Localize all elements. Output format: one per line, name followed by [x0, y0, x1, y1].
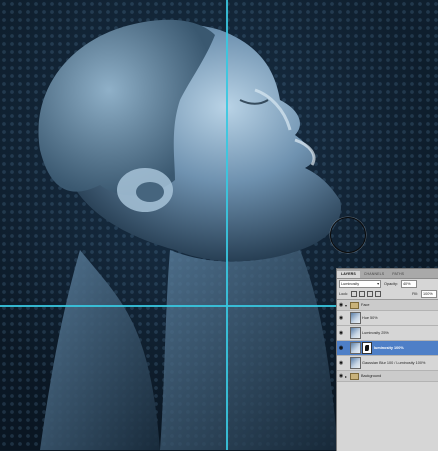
- eye-icon[interactable]: ◉: [337, 360, 345, 366]
- folder-icon: [350, 301, 359, 309]
- lock-label: Lock:: [339, 292, 349, 296]
- eye-icon[interactable]: ◉: [337, 330, 345, 336]
- layer-group-background[interactable]: ◉ ▸ Background: [337, 371, 438, 382]
- layer-row-selected[interactable]: ◉ luminosity 100%: [337, 341, 438, 356]
- layer-name: Background: [361, 374, 382, 378]
- lock-transparency-icon[interactable]: [351, 291, 358, 297]
- layer-thumbnail: [350, 342, 361, 354]
- vertical-guide[interactable]: [226, 0, 228, 450]
- layer-name: luminosity 100%: [374, 346, 404, 350]
- fill-field[interactable]: 100%: [421, 290, 437, 298]
- blend-mode-value: Luminosity: [341, 282, 360, 286]
- chevron-down-icon: ▾: [377, 282, 379, 286]
- lock-pixels-icon[interactable]: [359, 291, 366, 297]
- opacity-label: Opacity:: [384, 282, 398, 286]
- brush-cursor-icon: [330, 217, 366, 253]
- eye-icon[interactable]: ◉: [337, 315, 345, 321]
- layer-list: ◉ ▾ Face ◉ Hue 50% ◉ Luminosity 25% ◉ lu…: [337, 299, 438, 382]
- layers-panel: LAYERS CHANNELS PATHS Luminosity ▾ Opaci…: [336, 268, 438, 451]
- layer-thumbnail: [350, 312, 361, 324]
- layer-group-face[interactable]: ◉ ▾ Face: [337, 300, 438, 311]
- layer-row[interactable]: ◉ Hue 50%: [337, 311, 438, 326]
- opacity-field[interactable]: 40%: [400, 280, 417, 288]
- layer-thumbnail: [350, 357, 361, 369]
- tab-layers[interactable]: LAYERS: [337, 271, 360, 278]
- layer-thumbnail: [350, 327, 361, 339]
- folder-icon: [350, 372, 359, 380]
- lock-position-icon[interactable]: [367, 291, 374, 297]
- layer-row[interactable]: ◉ Luminosity 25%: [337, 326, 438, 341]
- layer-name: Gaussian Blur 100 / Luminosity 100%: [362, 361, 426, 365]
- eye-icon[interactable]: ◉: [337, 373, 345, 379]
- layer-name: Face: [361, 303, 370, 307]
- layer-name: Hue 50%: [362, 316, 378, 320]
- lock-all-icon[interactable]: [375, 291, 382, 297]
- layer-mask-thumbnail[interactable]: [362, 342, 372, 354]
- layer-row[interactable]: ◉ Gaussian Blur 100 / Luminosity 100%: [337, 356, 438, 371]
- layer-name: Luminosity 25%: [362, 331, 389, 335]
- eye-icon[interactable]: ◉: [337, 302, 345, 308]
- blend-mode-select[interactable]: Luminosity ▾: [339, 280, 381, 288]
- panel-tabs: LAYERS CHANNELS PATHS: [337, 269, 438, 279]
- lock-icons: [351, 291, 382, 297]
- blend-opacity-row: Luminosity ▾ Opacity: 40%: [337, 279, 438, 289]
- fill-label: Fill:: [412, 292, 418, 296]
- eye-icon[interactable]: ◉: [337, 345, 345, 351]
- lock-fill-row: Lock: Fill: 100%: [337, 289, 438, 299]
- tab-channels[interactable]: CHANNELS: [360, 271, 388, 278]
- tab-paths[interactable]: PATHS: [388, 271, 408, 278]
